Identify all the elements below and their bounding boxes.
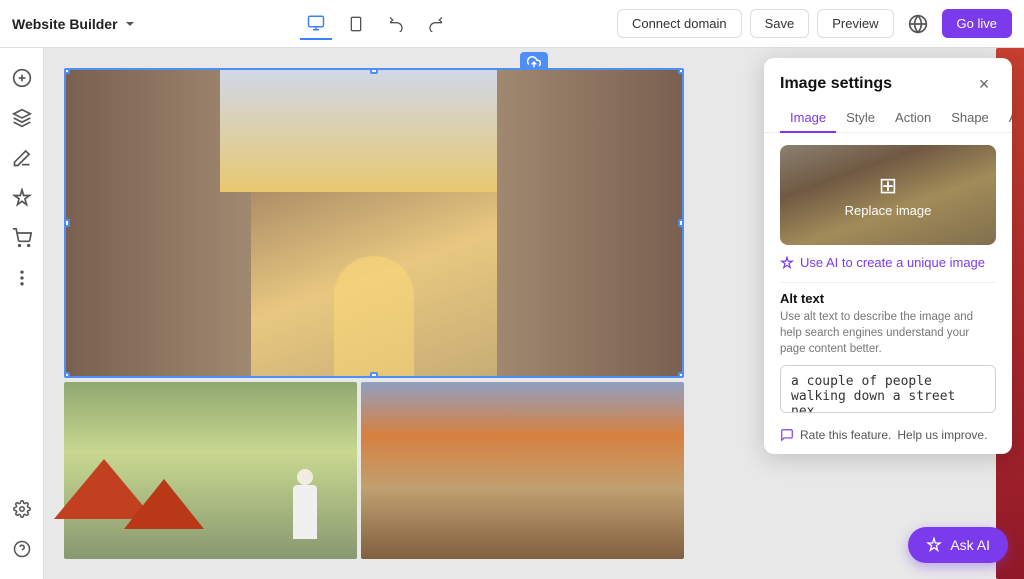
buildings-right — [497, 70, 682, 376]
go-live-button[interactable]: Go live — [942, 9, 1012, 38]
person-head — [297, 469, 313, 485]
mobile-view-button[interactable] — [340, 8, 372, 40]
bottom-right-image[interactable] — [361, 382, 684, 559]
resize-handle-br[interactable] — [678, 372, 684, 378]
resize-handle-tm[interactable] — [370, 68, 378, 74]
person-figure — [293, 485, 317, 539]
tab-action[interactable]: Action — [885, 104, 941, 133]
rate-suffix: Help us improve. — [897, 428, 987, 442]
main-image[interactable] — [64, 68, 684, 378]
panel-close-button[interactable]: × — [972, 72, 996, 96]
replace-image-preview[interactable]: ⊞ Replace image — [780, 145, 996, 245]
sidebar-item-layers[interactable] — [4, 100, 40, 136]
redo-button[interactable] — [420, 8, 452, 40]
sidebar-item-ai[interactable] — [4, 180, 40, 216]
connect-domain-button[interactable]: Connect domain — [617, 9, 742, 38]
sidebar-item-help[interactable] — [4, 531, 40, 567]
sidebar-item-settings[interactable] — [4, 491, 40, 527]
bottom-images-row — [64, 382, 684, 559]
globe-button[interactable] — [902, 8, 934, 40]
topbar-center — [300, 8, 452, 40]
panel-tabs: Image Style Action Shape Animation — [764, 96, 1012, 133]
brand-label[interactable]: Website Builder — [12, 16, 118, 32]
bottom-right-image-bg — [361, 382, 684, 559]
sidebar — [0, 48, 44, 579]
sidebar-bottom — [4, 491, 40, 567]
sky-area — [220, 70, 528, 192]
replace-image-icon: ⊞ — [879, 173, 897, 199]
panel-header: Image settings × — [764, 58, 1012, 96]
resize-handle-mr[interactable] — [678, 219, 684, 227]
preview-button[interactable]: Preview — [817, 9, 893, 38]
chevron-down-icon — [124, 18, 136, 30]
tab-animation[interactable]: Animation — [999, 104, 1012, 133]
replace-image-overlay: ⊞ Replace image — [780, 145, 996, 245]
ai-create-link[interactable]: Use AI to create a unique image — [780, 255, 996, 270]
rate-label: Rate this feature. — [800, 428, 891, 442]
undo-button[interactable] — [380, 8, 412, 40]
main-image-inner — [66, 70, 682, 376]
panel-body: ⊞ Replace image Use AI to create a uniqu… — [764, 133, 1012, 454]
panel-title: Image settings — [780, 75, 892, 93]
arch-element — [334, 256, 414, 376]
rate-feature-link[interactable]: Rate this feature. Help us improve. — [780, 428, 996, 442]
resize-handle-ml[interactable] — [64, 219, 70, 227]
topbar: Website Builder Connect domain Save Prev… — [0, 0, 1024, 48]
desktop-view-button[interactable] — [300, 8, 332, 40]
topbar-left: Website Builder — [12, 16, 136, 32]
sidebar-item-theme[interactable] — [4, 140, 40, 176]
save-button[interactable]: Save — [750, 9, 810, 38]
tab-style[interactable]: Style — [836, 104, 885, 133]
resize-handle-bm[interactable] — [370, 372, 378, 378]
sidebar-item-add[interactable] — [4, 60, 40, 96]
image-settings-panel: Image settings × Image Style Action Shap… — [764, 58, 1012, 454]
topbar-right: Connect domain Save Preview Go live — [617, 8, 1012, 40]
alt-text-label: Alt text — [780, 291, 996, 306]
resize-handle-tl[interactable] — [64, 68, 70, 74]
alt-text-description: Use alt text to describe the image and h… — [780, 309, 996, 357]
alt-text-input[interactable]: a couple of people walking down a street… — [780, 365, 996, 413]
ai-link-label: Use AI to create a unique image — [800, 255, 985, 270]
divider — [780, 282, 996, 283]
replace-image-label: Replace image — [845, 203, 932, 218]
resize-handle-bl[interactable] — [64, 372, 70, 378]
sidebar-item-more[interactable] — [4, 260, 40, 296]
tab-shape[interactable]: Shape — [941, 104, 999, 133]
ask-ai-button[interactable]: Ask AI — [908, 527, 1008, 563]
ask-ai-label: Ask AI — [950, 537, 990, 553]
sidebar-item-store[interactable] — [4, 220, 40, 256]
tab-image[interactable]: Image — [780, 104, 836, 133]
resize-handle-tr[interactable] — [678, 68, 684, 74]
